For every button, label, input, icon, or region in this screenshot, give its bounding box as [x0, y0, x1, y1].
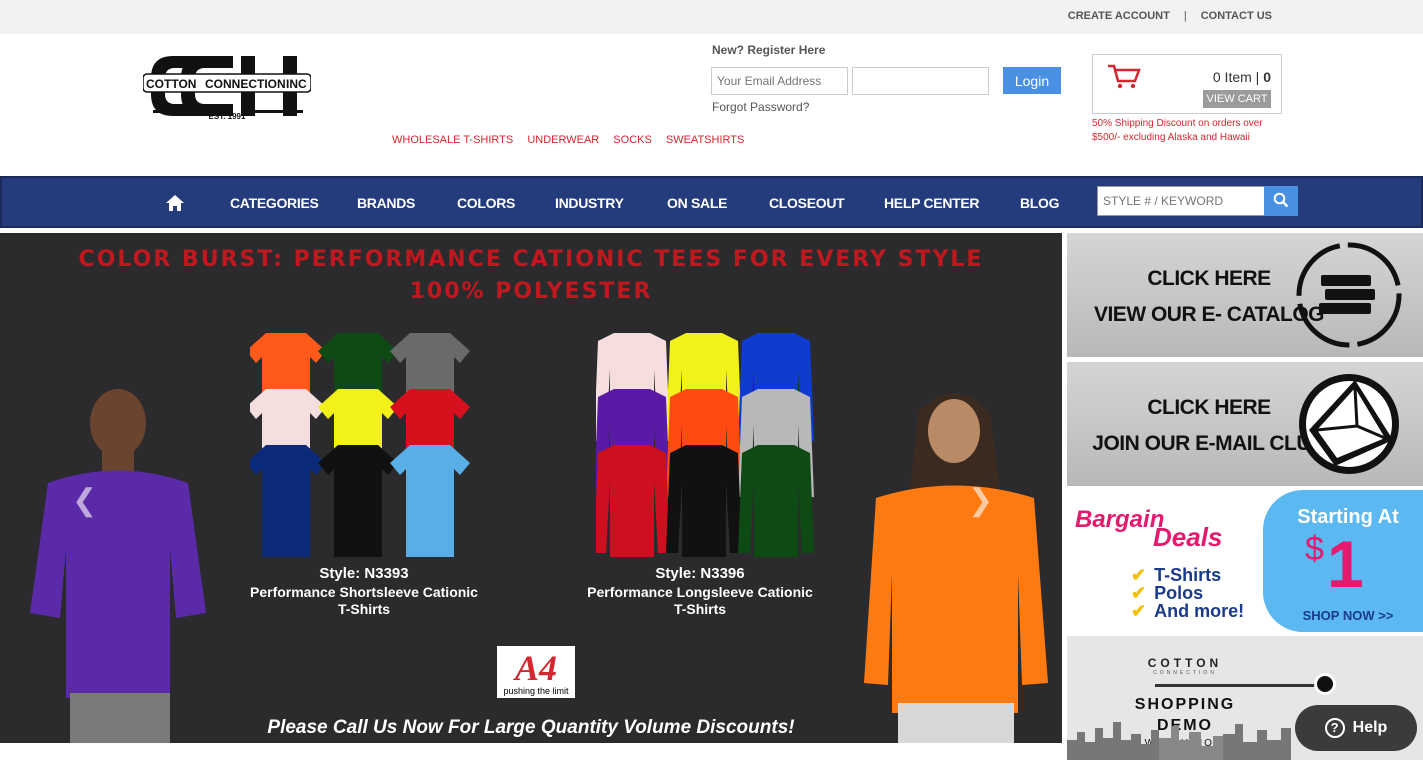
email-field[interactable]	[711, 67, 848, 95]
check-icon: ✔	[1131, 583, 1147, 603]
longsleeve-shirts-image	[596, 333, 814, 557]
email-club-promo-banner[interactable]: CLICK HERE JOIN OUR E-MAIL CLUB	[1067, 362, 1423, 486]
check-icon: ✔	[1131, 565, 1147, 585]
main-nav: CATEGORIES BRANDS COLORS INDUSTRY ON SAL…	[0, 176, 1423, 228]
catalog-promo-line1: CLICK HERE	[1147, 267, 1271, 290]
bargain-list: ✔ T-Shirts ✔ Polos ✔ And more!	[1131, 566, 1244, 620]
nav-categories[interactable]: CATEGORIES	[230, 195, 319, 211]
view-cart-button[interactable]: VIEW CART	[1203, 90, 1271, 108]
a4-brand-logo: A4 pushing the limit	[497, 646, 575, 698]
price-currency: $	[1305, 530, 1324, 568]
books-icon	[1296, 242, 1402, 348]
password-field[interactable]	[852, 67, 989, 95]
bargain-item: ✔ T-Shirts	[1131, 566, 1244, 584]
cart-total: 0	[1263, 69, 1271, 85]
search-button[interactable]	[1264, 186, 1298, 216]
bargain-item-label: And more!	[1154, 601, 1245, 621]
check-icon: ✔	[1131, 601, 1147, 621]
demo-brand: COTTON	[1147, 656, 1223, 670]
style1-desc: Performance Shortsleeve Cationic T-Shirt…	[250, 584, 478, 617]
help-button-label: Help	[1352, 719, 1388, 737]
home-icon[interactable]	[165, 194, 185, 212]
style2-desc: Performance Longsleeve Cationic T-Shirts	[587, 584, 813, 617]
register-link[interactable]: New? Register Here	[712, 43, 825, 57]
hero-title: COLOR BURST: PERFORMANCE CATIONIC TEES F…	[78, 247, 984, 272]
bargain-title: Bargain	[1075, 506, 1165, 533]
logo-est: EST. 1991	[209, 112, 246, 121]
deals-title: Deals	[1153, 522, 1223, 552]
top-links-separator: |	[1183, 10, 1187, 22]
category-link-sweatshirts[interactable]: SWEATSHIRTS	[666, 134, 744, 146]
next-slide-arrow[interactable]: ❯	[968, 483, 993, 518]
bargain-item: ✔ And more!	[1131, 602, 1244, 620]
shirt-swatch	[596, 445, 670, 557]
search-input[interactable]	[1097, 186, 1265, 216]
contact-us-link[interactable]: CONTACT US	[1201, 10, 1272, 22]
shirt-swatch	[666, 445, 742, 557]
shop-now-link[interactable]: SHOP NOW >>	[1273, 608, 1423, 623]
shirt-swatch	[318, 445, 398, 557]
shortsleeve-shirts-image	[250, 333, 470, 557]
demo-play-icon[interactable]	[1314, 673, 1336, 695]
cart-count: 0 Item | 0	[1213, 69, 1271, 85]
shirt-swatch	[738, 445, 814, 557]
a4-logo-text: A4	[514, 648, 557, 688]
style2-label: Style: N3396	[655, 565, 745, 582]
shipping-note: 50% Shipping Discount on orders over $50…	[1092, 118, 1263, 143]
nav-closeout[interactable]: CLOSEOUT	[769, 195, 845, 211]
nav-blog[interactable]: BLOG	[1020, 195, 1060, 211]
prev-slide-arrow[interactable]: ❮	[72, 483, 97, 518]
site-logo[interactable]: COTTON CONNECTION INC EST. 1991	[142, 54, 312, 122]
help-button[interactable]: ? Help	[1295, 705, 1417, 751]
hero-subtitle: 100% POLYESTER	[409, 279, 653, 304]
envelope-icon	[1299, 374, 1399, 474]
cart-items-label: 0 Item |	[1212, 69, 1260, 85]
model-right-image	[864, 393, 1048, 743]
category-link-socks[interactable]: SOCKS	[613, 134, 652, 146]
logo-cotton: COTTON	[146, 77, 196, 91]
price-amount: 1	[1327, 527, 1364, 601]
a4-logo-tagline: pushing the limit	[503, 686, 569, 696]
nav-colors[interactable]: COLORS	[457, 195, 515, 211]
create-account-link[interactable]: CREATE ACCOUNT	[1068, 10, 1170, 22]
login-button[interactable]: Login	[1003, 67, 1061, 94]
hero-footer-text: Please Call Us Now For Large Quantity Vo…	[267, 717, 795, 738]
email-promo-line2: JOIN OUR E-MAIL CLUB	[1092, 432, 1326, 455]
logo-inc: INC	[286, 77, 307, 91]
nav-brands[interactable]: BRANDS	[357, 195, 415, 211]
hero-slider[interactable]: COLOR BURST: PERFORMANCE CATIONIC TEES F…	[0, 233, 1062, 743]
category-link-wholesale-tshirts[interactable]: WHOLESALE T-SHIRTS	[392, 134, 513, 146]
bargain-deals-banner[interactable]: Bargain Deals ✔ T-Shirts ✔ Polos ✔ And more…	[1067, 490, 1423, 632]
top-links: CREATE ACCOUNT | CONTACT US	[1068, 10, 1272, 22]
style1-label: Style: N3393	[319, 565, 409, 582]
cart-icon[interactable]	[1107, 63, 1141, 89]
shirt-swatch	[250, 445, 326, 557]
bargain-item-label: T-Shirts	[1154, 565, 1222, 585]
catalog-promo-banner[interactable]: CLICK HERE VIEW OUR E- CATALOG	[1067, 233, 1423, 357]
top-bar: CREATE ACCOUNT | CONTACT US	[0, 0, 1423, 34]
bargain-item-label: Polos	[1154, 583, 1204, 603]
help-question-icon: ?	[1324, 718, 1345, 738]
bargain-item: ✔ Polos	[1131, 584, 1244, 602]
category-links: WHOLESALE T-SHIRTS UNDERWEAR SOCKS SWEAT…	[392, 134, 755, 146]
catalog-promo-line2: VIEW OUR E- CATALOG	[1093, 303, 1325, 326]
demo-line	[1155, 684, 1325, 687]
shirt-swatch	[390, 445, 470, 557]
demo-brand-sub: CONNECTION	[1153, 670, 1217, 676]
nav-on-sale[interactable]: ON SALE	[667, 195, 727, 211]
logo-connection: CONNECTION	[205, 77, 286, 91]
cart-box[interactable]: 0 Item | 0 VIEW CART	[1092, 54, 1282, 114]
model-left-image	[30, 389, 206, 743]
category-link-underwear[interactable]: UNDERWEAR	[527, 134, 599, 146]
search-icon	[1273, 192, 1289, 207]
forgot-password-link[interactable]: Forgot Password?	[712, 100, 809, 114]
nav-industry[interactable]: INDUSTRY	[555, 195, 624, 211]
nav-help-center[interactable]: HELP CENTER	[884, 195, 980, 211]
email-promo-line1: CLICK HERE	[1147, 396, 1271, 419]
